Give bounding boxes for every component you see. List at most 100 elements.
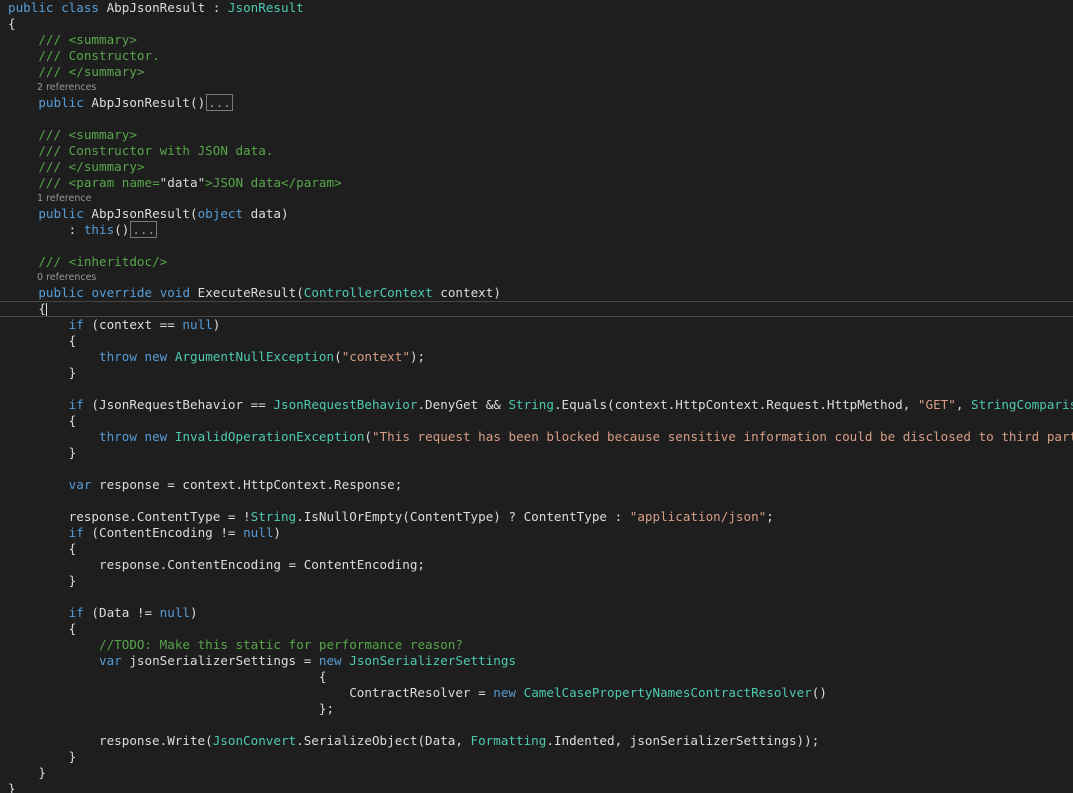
code-line[interactable]: { [0,541,1073,557]
code-line[interactable]: /// Constructor with JSON data. [0,143,1073,159]
code-line[interactable]: { [0,413,1073,429]
code-token-kw: if [68,525,84,540]
code-line[interactable]: : this()... [0,221,1073,238]
code-line[interactable]: { [0,333,1073,349]
code-token-type: ArgumentNullException [174,349,335,364]
code-token-str: "This request has been blocked because s… [372,429,1073,444]
code-token-type: String [250,509,297,524]
code-line[interactable]: /// </summary> [0,159,1073,175]
code-token-plain: } [8,365,77,380]
code-line[interactable]: } [0,365,1073,381]
code-token-plain: context) [432,285,501,300]
code-line[interactable]: } [0,445,1073,461]
code-token-plain: } [8,765,46,780]
code-token-plain: "data" [159,175,206,190]
code-line[interactable]: var response = context.HttpContext.Respo… [0,477,1073,493]
code-line[interactable]: } [0,573,1073,589]
code-token-str: "GET" [917,397,956,412]
codelens-references-link[interactable]: 2 references [37,82,96,93]
code-line[interactable]: { [0,621,1073,637]
code-line[interactable]: { [0,16,1073,32]
code-line[interactable] [0,493,1073,509]
code-line[interactable]: public override void ExecuteResult(Contr… [0,285,1073,301]
code-line[interactable]: response.ContentType = !String.IsNullOrE… [0,509,1073,525]
code-line[interactable]: if (ContentEncoding != null) [0,525,1073,541]
codelens-references-link[interactable]: 1 reference [37,193,91,204]
codelens-line[interactable]: 0 references [0,270,1073,285]
code-line[interactable]: public AbpJsonResult(object data) [0,206,1073,222]
code-line[interactable] [0,238,1073,254]
code-line[interactable]: /// </summary> [0,64,1073,80]
code-line[interactable]: /// Constructor. [0,48,1073,64]
collapsed-region-button[interactable]: ... [130,221,158,238]
code-line[interactable]: response.Write(JsonConvert.SerializeObje… [0,733,1073,749]
code-line[interactable]: ContractResolver = new CamelCaseProperty… [0,685,1073,701]
code-line[interactable]: response.ContentEncoding = ContentEncodi… [0,557,1073,573]
code-line[interactable] [0,717,1073,733]
code-line[interactable]: if (Data != null) [0,605,1073,621]
code-token-cm: /// </summary> [38,64,145,79]
codelens-references-link[interactable]: 0 references [37,272,96,283]
code-line[interactable]: /// <summary> [0,127,1073,143]
code-token-plain: { [8,413,77,428]
code-token-type: CamelCasePropertyNamesContractResolver [523,685,812,700]
code-line[interactable] [0,111,1073,127]
code-token-plain: } [8,445,77,460]
code-token-kw: null [159,605,191,620]
code-token-kw: void [159,285,191,300]
code-token-plain: { [8,669,327,684]
code-token-cm: /// <inheritdoc/> [38,254,168,269]
code-token-kw: if [68,605,84,620]
code-line[interactable] [0,461,1073,477]
code-token-kw: new [144,349,168,364]
code-line[interactable]: } [0,781,1073,793]
code-line[interactable]: /// <param name="data">JSON data</param> [0,175,1073,191]
code-token-plain: data) [243,206,289,221]
code-line[interactable]: var jsonSerializerSettings = new JsonSer… [0,653,1073,669]
code-line[interactable]: } [0,749,1073,765]
code-token-plain: (JsonRequestBehavior == [83,397,274,412]
code-line[interactable]: } [0,765,1073,781]
code-line[interactable]: public class AbpJsonResult : JsonResult [0,0,1073,16]
collapsed-region-button[interactable]: ... [206,94,233,111]
code-line[interactable]: //TODO: Make this static for performance… [0,637,1073,653]
current-code-line[interactable]: { [0,301,1073,317]
code-token-cm: /// Constructor. [38,48,160,63]
code-token-type: StringComparison [971,397,1073,412]
code-token-cm: /// <summary> [38,127,137,142]
code-token-plain: } [8,781,16,793]
code-token-type: String [508,397,554,412]
code-token-plain: } [8,573,77,588]
code-token-kw: public [38,95,84,110]
code-line[interactable]: if (JsonRequestBehavior == JsonRequestBe… [0,397,1073,413]
code-token-kw: this [83,222,115,237]
code-line[interactable]: /// <summary> [0,32,1073,48]
code-line[interactable]: throw new InvalidOperationException("Thi… [0,429,1073,445]
code-editor[interactable]: public class AbpJsonResult : JsonResult{… [0,0,1073,793]
code-token-plain: } [8,749,77,764]
code-token-kw: var [68,477,92,492]
code-line[interactable] [0,381,1073,397]
code-token-kw: object [197,206,244,221]
code-line[interactable]: public AbpJsonResult()... [0,94,1073,111]
code-line[interactable]: if (context == null) [0,317,1073,333]
code-line[interactable]: /// <inheritdoc/> [0,254,1073,270]
code-line[interactable]: throw new ArgumentNullException("context… [0,349,1073,365]
codelens-line[interactable]: 1 reference [0,191,1073,206]
code-token-plain: ExecuteResult( [190,285,304,300]
code-token-type: JsonConvert [212,733,297,748]
code-token-plain: response.ContentType = ! [8,509,251,524]
code-line[interactable]: { [0,669,1073,685]
code-token-type: JsonSerializerSettings [349,653,517,668]
code-line[interactable]: }; [0,701,1073,717]
code-line[interactable] [0,589,1073,605]
code-token-plain: { [8,621,77,636]
codelens-line[interactable]: 2 references [0,80,1073,95]
